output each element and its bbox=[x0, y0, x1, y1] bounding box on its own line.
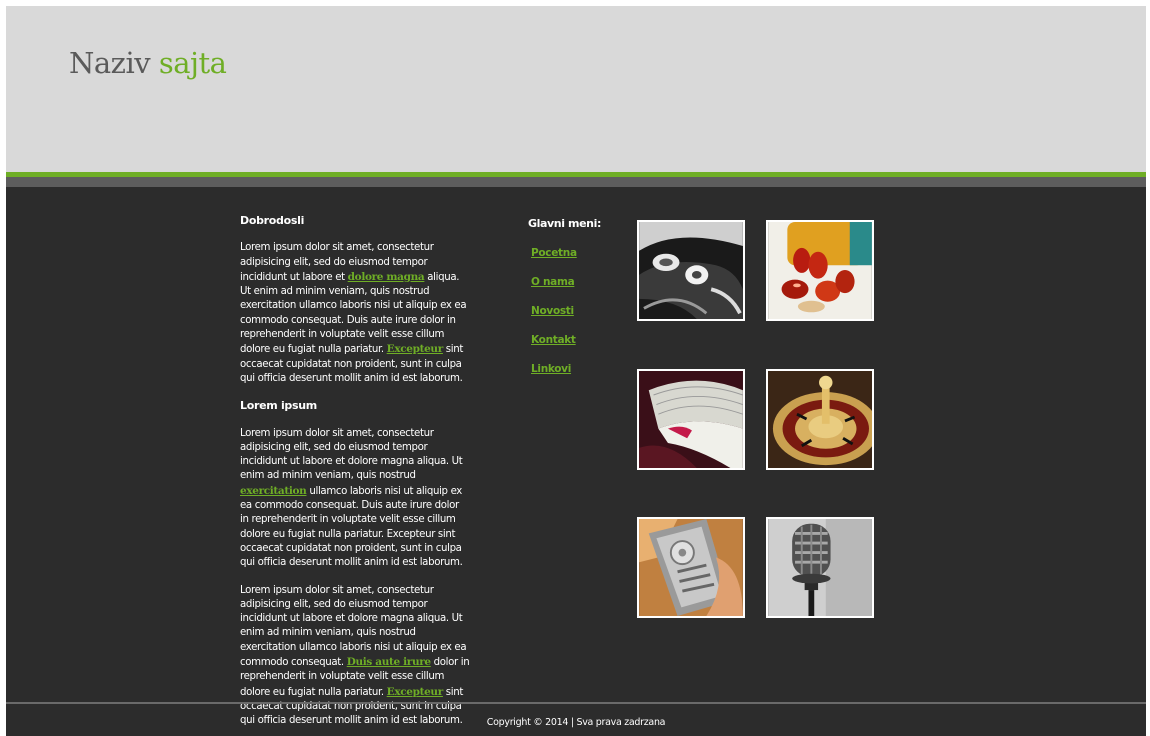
car-headlight-icon bbox=[639, 222, 743, 319]
gallery-image-phone[interactable] bbox=[637, 517, 745, 618]
main-menu: Glavni meni: Pocetna O nama Novosti Kont… bbox=[528, 217, 618, 392]
link-excepteur[interactable]: Excepteur bbox=[387, 343, 444, 355]
mobile-phone-icon bbox=[639, 519, 743, 616]
open-book-icon bbox=[639, 371, 743, 468]
link-excepteur-2[interactable]: Excepteur bbox=[387, 686, 444, 698]
p2-text-1: Lorem ipsum dolor sit amet, consectetur … bbox=[240, 427, 463, 482]
p2-text-2: ullamco laboris nisi ut aliquip ex ea co… bbox=[240, 485, 463, 569]
menu-title: Glavni meni: bbox=[528, 217, 601, 230]
footer-copyright: Copyright © 2014 | Sva prava zadrzana bbox=[486, 717, 666, 728]
paragraph-2: Lorem ipsum dolor sit amet, consectetur … bbox=[240, 427, 470, 571]
main-content: Dobrodosli Lorem ipsum dolor sit amet, c… bbox=[240, 214, 470, 736]
menu-item-pocetna[interactable]: Pocetna bbox=[531, 247, 618, 276]
menu-item-novosti[interactable]: Novosti bbox=[531, 305, 618, 334]
site-title-accent: sajta bbox=[158, 46, 227, 80]
menu-item-o-nama[interactable]: O nama bbox=[531, 276, 618, 305]
link-dolore-magna[interactable]: dolore magna bbox=[348, 271, 425, 283]
site-title-main: Naziv bbox=[69, 46, 151, 80]
link-duis-aute-irure[interactable]: Duis aute irure bbox=[347, 656, 431, 668]
gallery-image-roulette[interactable] bbox=[766, 369, 874, 470]
header: Naziv sajta bbox=[6, 6, 1146, 172]
heading-lorem-ipsum: Lorem ipsum bbox=[240, 399, 317, 413]
header-divider-band bbox=[6, 177, 1146, 187]
gallery-image-book[interactable] bbox=[637, 369, 745, 470]
pills-icon bbox=[768, 222, 872, 319]
roulette-icon bbox=[768, 371, 872, 468]
paragraph-1: Lorem ipsum dolor sit amet, consectetur … bbox=[240, 241, 470, 386]
gallery-image-microphone[interactable] bbox=[766, 517, 874, 618]
heading-welcome: Dobrodosli bbox=[240, 214, 305, 227]
gallery-image-car[interactable] bbox=[637, 220, 745, 321]
footer-divider bbox=[6, 702, 1146, 704]
site-title[interactable]: Naziv sajta bbox=[69, 46, 227, 80]
gallery-image-pills[interactable] bbox=[766, 220, 874, 321]
paragraph-3: Lorem ipsum dolor sit amet, consectetur … bbox=[240, 584, 470, 729]
page: Naziv sajta Dobrodosli Lorem ipsum dolor… bbox=[6, 6, 1146, 736]
link-exercitation[interactable]: exercitation bbox=[240, 485, 307, 497]
menu-item-kontakt[interactable]: Kontakt bbox=[531, 334, 618, 363]
microphone-icon bbox=[768, 519, 872, 616]
menu-item-linkovi[interactable]: Linkovi bbox=[531, 363, 618, 392]
